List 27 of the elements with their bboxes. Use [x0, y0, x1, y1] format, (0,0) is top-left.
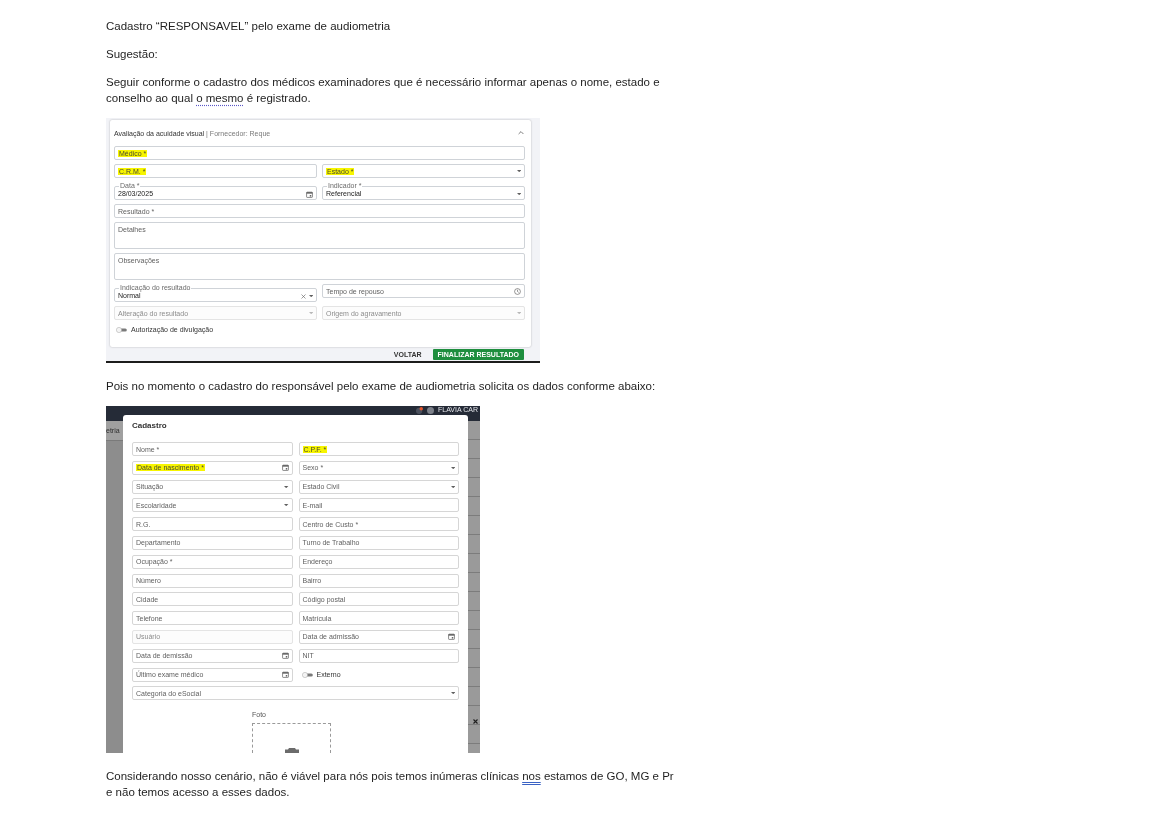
dropdown-caret-icon[interactable] [450, 485, 455, 488]
calendar-icon[interactable] [306, 190, 313, 198]
calendar-icon[interactable] [281, 671, 289, 679]
toggle-switch[interactable] [116, 326, 128, 333]
calendar-icon[interactable] [281, 464, 289, 472]
dropdown-caret-icon[interactable] [308, 294, 313, 298]
toggle-switch[interactable] [301, 671, 314, 678]
dropdown-caret-icon[interactable] [450, 692, 455, 695]
calendar-icon[interactable] [281, 652, 289, 660]
paragraph: Sugestão: [106, 47, 159, 62]
avatar-icon[interactable] [427, 407, 435, 414]
dropdown-caret-icon[interactable] [516, 192, 521, 196]
paragraph: Pois no momento o cadastro do responsável pelo exame de audiometria solicita os dados conforme abaixo: [106, 379, 657, 394]
calendar-icon[interactable] [448, 633, 455, 641]
paragraph: Considerando nosso cenário, não é viável para nós pois temos inúmeras clínicas nos estamos de GO, MG e Pr e não temos acesso a esses dados. [106, 769, 675, 800]
dropdown-caret-icon[interactable] [450, 466, 455, 469]
dropdown-caret-icon[interactable] [284, 485, 289, 488]
dialog-title: Cadastro [132, 421, 167, 431]
clear-icon[interactable] [300, 293, 306, 299]
paragraph: Seguir conforme o cadastro dos médicos examinadores que é necessário informar apenas o nome, estado e conselho ao qual o mesmo é registrado. [106, 75, 661, 106]
dropdown-caret-icon[interactable] [284, 504, 289, 507]
photo-upload-box[interactable] [252, 723, 331, 753]
close-icon[interactable] [473, 719, 478, 724]
paragraph: Cadastro “RESPONSAVEL” pelo exame de audiometria [106, 19, 392, 34]
dropdown-caret-icon[interactable] [516, 169, 521, 173]
notification-icon[interactable] [416, 407, 424, 414]
camera-icon [284, 748, 299, 753]
